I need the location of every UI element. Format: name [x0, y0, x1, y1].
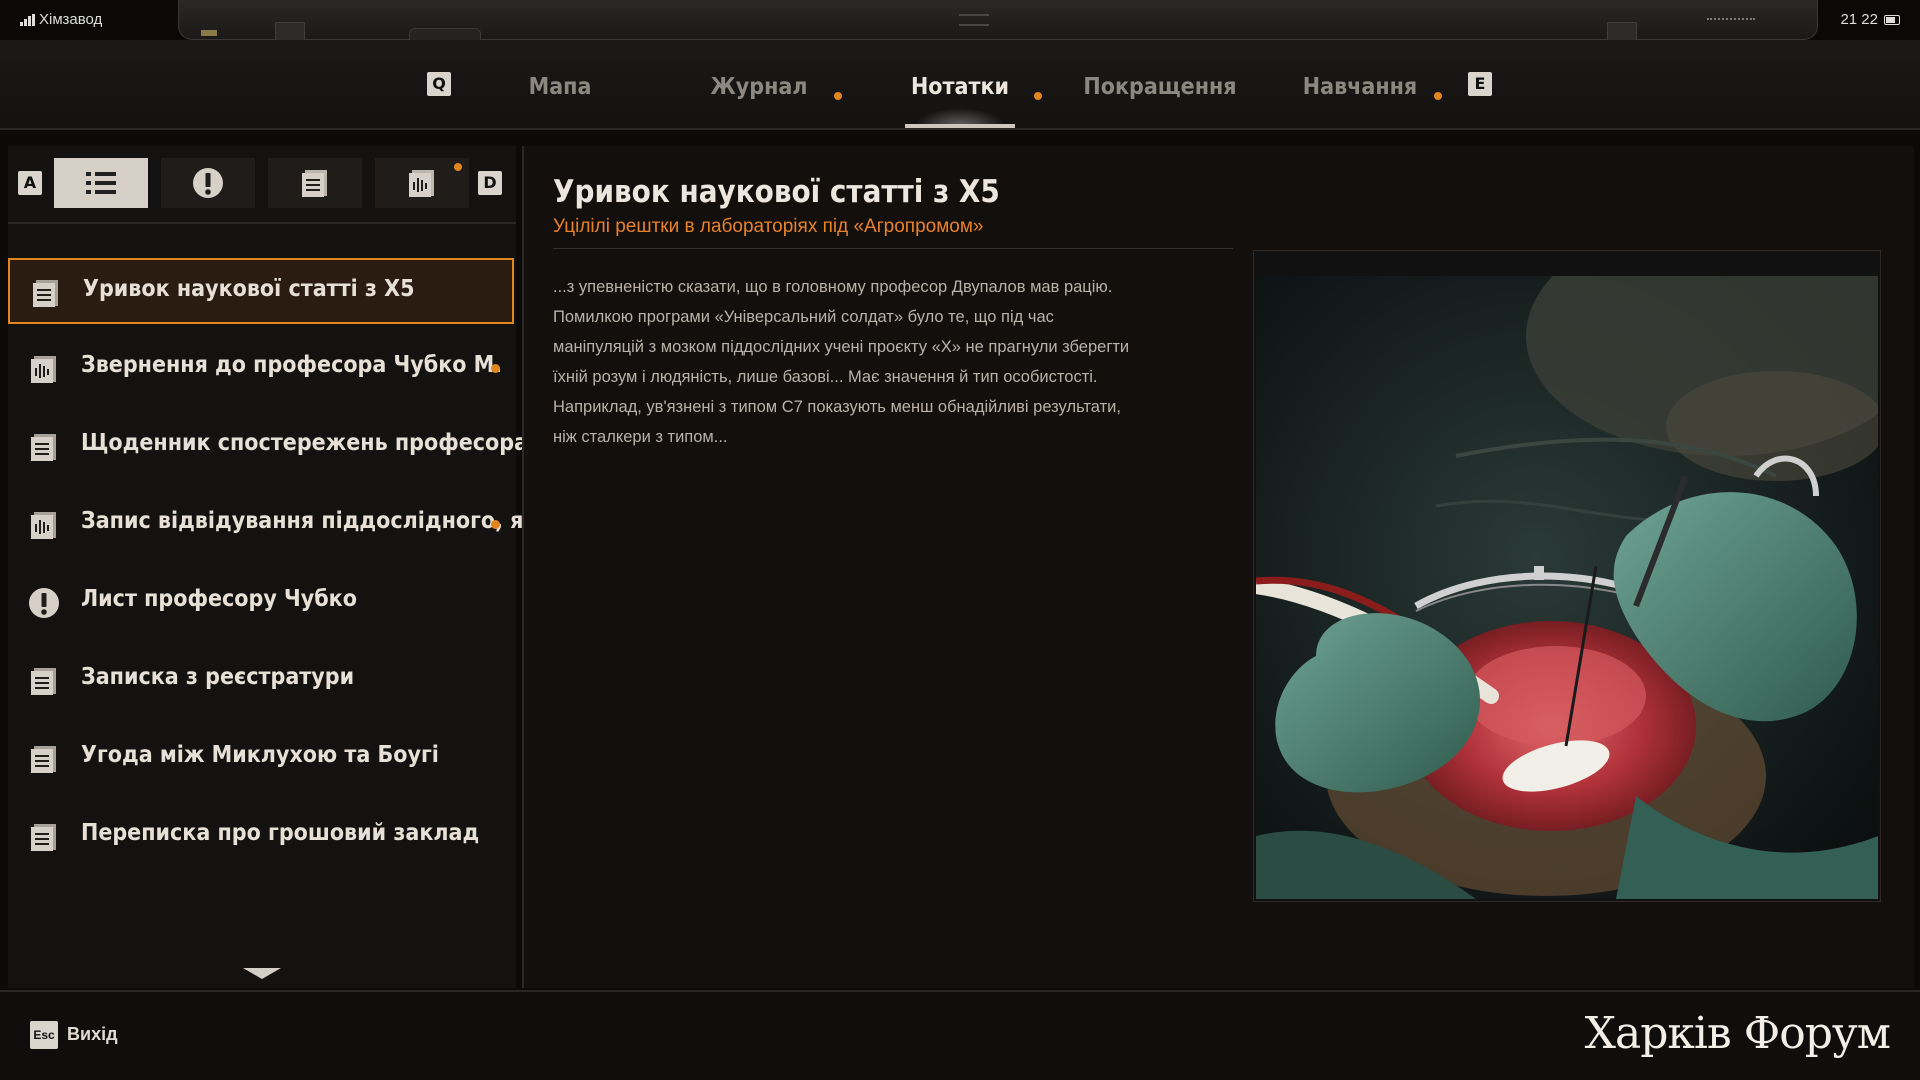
filter-tab-all[interactable] — [54, 158, 148, 208]
list-item[interactable]: Звернення до професора Чубко М. — [8, 336, 514, 402]
document-photo — [1256, 276, 1878, 899]
document-body: ...з упевненістю сказати, що в головному… — [553, 272, 1193, 452]
carrier-name: Хімзавод — [39, 11, 103, 28]
document-body-line: маніпуляцій з мозком піддослідних учені … — [553, 338, 1130, 356]
tab-journal-notification-dot — [834, 92, 842, 100]
document-body-line: ніж сталкери з типом... — [553, 428, 728, 446]
exclamation-icon — [193, 168, 223, 198]
filter-audio-notification-dot — [454, 163, 462, 171]
document-icon — [302, 170, 327, 197]
document-icon — [33, 280, 58, 307]
status-bar: Хімзавод 21 22 — [0, 0, 1920, 42]
list-item[interactable]: Запис відвідування піддослідного, яки... — [8, 492, 576, 558]
list-item[interactable]: Щоденник спостережень професора Дву... — [8, 414, 604, 480]
tab-notes-notification-dot — [1034, 92, 1042, 100]
filter-prev-key[interactable]: A — [18, 171, 42, 195]
document-title: Уривок наукової статті з Х5 — [553, 174, 1000, 210]
list-icon — [86, 172, 116, 194]
document-body-line: Наприклад, ув'язнені з типом С7 показуют… — [553, 398, 1121, 416]
exit-button[interactable]: Вихід — [67, 1024, 118, 1045]
document-body-line: їхній розум і людяність, лише базові... … — [553, 368, 1098, 386]
list-item[interactable]: Угода між Миклухою та Боугі — [8, 726, 514, 792]
nav-prev-key[interactable]: Q — [427, 72, 451, 96]
tab-notes[interactable]: Нотатки — [911, 74, 1009, 100]
tab-training-notification-dot — [1434, 92, 1442, 100]
watermark: Харків Форум — [1584, 1008, 1891, 1059]
clock-time: 21 22 — [1840, 11, 1878, 28]
audio-icon — [409, 170, 434, 197]
document-divider — [553, 248, 1233, 249]
signal-icon — [20, 13, 35, 26]
document-body-line: Помилкою програми «Універсальний солдат»… — [553, 308, 1054, 326]
filter-tab-documents[interactable] — [268, 158, 362, 208]
list-item-label: Записка з реєстратури — [81, 664, 355, 690]
exit-key[interactable]: Esc — [30, 1021, 58, 1049]
audio-icon — [31, 356, 56, 383]
filter-tab-important[interactable] — [161, 158, 255, 208]
document-icon — [31, 824, 56, 851]
list-item-label: Лист професору Чубко — [81, 586, 357, 612]
battery-icon — [1884, 14, 1900, 25]
list-item[interactable]: Переписка про грошовий заклад — [8, 804, 514, 870]
top-frame-decoration — [178, 0, 1818, 42]
unread-dot — [491, 520, 500, 529]
document-icon — [31, 434, 56, 461]
list-item-label: Угода між Миклухою та Боугі — [81, 742, 439, 768]
filter-next-key[interactable]: D — [478, 171, 502, 195]
document-body-line: ...з упевненістю сказати, що в головному… — [553, 278, 1113, 296]
tab-map[interactable]: Мапа — [529, 74, 592, 100]
document-icon — [31, 668, 56, 695]
list-item-label: Переписка про грошовий заклад — [81, 820, 480, 846]
list-item[interactable]: Уривок наукової статті з Х5 — [8, 258, 514, 324]
tab-journal[interactable]: Журнал — [710, 74, 807, 100]
list-item[interactable]: Записка з реєстратури — [8, 648, 514, 714]
exclamation-icon — [29, 588, 59, 618]
unread-dot — [491, 364, 500, 373]
list-item-label: Уривок наукової статті з Х5 — [83, 276, 415, 302]
audio-icon — [31, 512, 56, 539]
list-item-label: Звернення до професора Чубко М. — [81, 352, 503, 378]
clock-status: 21 22 — [1840, 11, 1900, 28]
tab-training[interactable]: Навчання — [1303, 74, 1417, 100]
filter-separator — [8, 222, 516, 224]
scroll-down-icon[interactable] — [243, 968, 281, 979]
nav-next-key[interactable]: E — [1468, 72, 1492, 96]
list-item[interactable]: Лист професору Чубко — [8, 570, 514, 636]
carrier-status: Хімзавод — [20, 11, 102, 28]
document-subtitle: Уцілілі рештки в лабораторіях під «Агроп… — [553, 216, 984, 237]
document-icon — [31, 746, 56, 773]
list-item-label: Запис відвідування піддослідного, яки... — [81, 508, 576, 534]
filter-tabs: A D — [8, 158, 516, 210]
tab-upgrades[interactable]: Покращення — [1083, 74, 1236, 100]
active-tab-underline — [905, 124, 1015, 128]
